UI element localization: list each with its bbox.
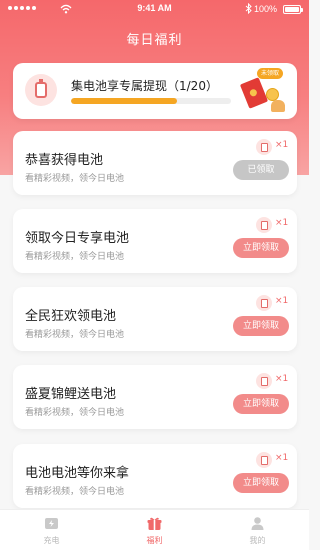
task-title: 电池电池等你来拿: [25, 466, 130, 481]
claim-button[interactable]: 立即领取: [233, 238, 289, 258]
progress-title: 集电池享专属提现（1/20）: [71, 79, 218, 93]
battery-reward-icon: [256, 139, 272, 155]
gift-icon: [147, 517, 162, 530]
mascot-icon: [271, 100, 285, 112]
tab-label: 充电: [43, 536, 60, 545]
reward-count: ×1: [275, 453, 289, 463]
task-subtitle: 看精彩视频，领今日电池: [25, 174, 125, 184]
tab-welfare[interactable]: 福利: [103, 510, 206, 550]
task-card: 盛夏锦鲤送电池看精彩视频，领今日电池 ×1 立即领取: [13, 365, 297, 429]
task-card: 全民狂欢领电池看精彩视频，领今日电池 ×1 立即领取: [13, 287, 297, 351]
battery-reward-icon: [256, 295, 272, 311]
tab-label: 我的: [249, 536, 266, 545]
task-subtitle: 看精彩视频，领今日电池: [25, 408, 125, 418]
reward-count: ×1: [275, 140, 289, 150]
task-title: 恭喜获得电池: [25, 153, 104, 168]
battery-reward-icon: [256, 452, 272, 468]
bottom-tab-bar: 充电 福利 我的: [0, 509, 309, 550]
tab-label: 福利: [146, 536, 163, 545]
tab-mine[interactable]: 我的: [206, 510, 309, 550]
reward-count: ×1: [275, 374, 289, 384]
progress-fill: [71, 98, 177, 104]
task-card: 恭喜获得电池看精彩视频，领今日电池 ×1 已领取: [13, 131, 297, 195]
red-envelope-illustration: 未领取: [226, 66, 290, 114]
claim-button[interactable]: 立即领取: [233, 316, 289, 336]
task-card: 领取今日专享电池看精彩视频，领今日电池 ×1 立即领取: [13, 209, 297, 273]
battery-percent: 100%: [254, 4, 278, 14]
charge-icon: [45, 518, 58, 529]
progress-bar: [71, 98, 231, 104]
status-bar: 9:41 AM 100%: [0, 0, 309, 20]
battery-icon: [283, 5, 303, 14]
task-title: 盛夏锦鲤送电池: [25, 387, 117, 402]
reward-count: ×1: [275, 218, 289, 228]
battery-reward-icon: [256, 373, 272, 389]
reward-count: ×1: [275, 296, 289, 306]
page-title: 每日福利: [126, 33, 183, 48]
bluetooth-icon: [245, 3, 252, 14]
battery-reward-icon: [256, 217, 272, 233]
task-title: 全民狂欢领电池: [25, 309, 117, 324]
task-subtitle: 看精彩视频，领今日电池: [25, 252, 125, 262]
task-subtitle: 看精彩视频，领今日电池: [25, 330, 125, 340]
unclaimed-badge: 未领取: [257, 68, 284, 79]
claim-button[interactable]: 立即领取: [233, 394, 289, 414]
task-card: 电池电池等你来拿看精彩视频，领今日电池 ×1 立即领取: [13, 444, 297, 508]
task-title: 领取今日专享电池: [25, 231, 130, 246]
profile-icon: [251, 517, 264, 530]
red-envelope-icon: [239, 77, 269, 109]
battery-icon: [25, 74, 57, 106]
claimed-button[interactable]: 已领取: [233, 160, 289, 180]
tab-charge[interactable]: 充电: [0, 510, 103, 550]
task-subtitle: 看精彩视频，领今日电池: [25, 487, 125, 497]
claim-button[interactable]: 立即领取: [233, 473, 289, 493]
